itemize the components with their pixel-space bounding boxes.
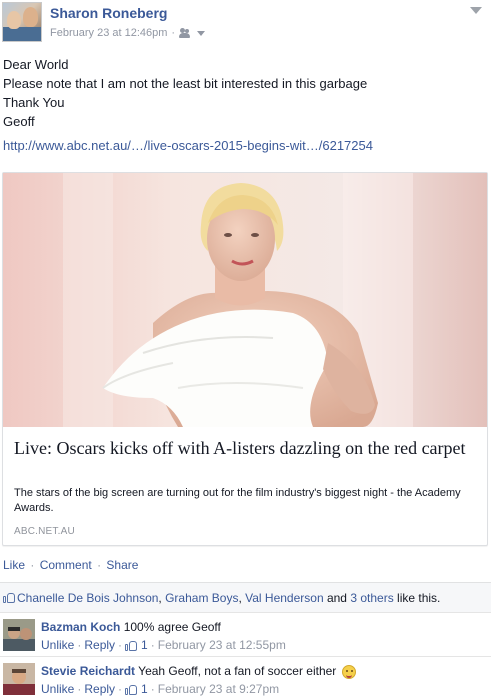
comment-text: Yeah Geoff, not a fan of soccer either xyxy=(138,664,337,678)
commenter-avatar[interactable] xyxy=(3,663,35,695)
thumbs-up-icon xyxy=(3,591,16,603)
post-actions: Like · Comment · Share xyxy=(3,558,138,572)
unlike-button[interactable]: Unlike xyxy=(41,682,74,696)
avatar-shirt-shape xyxy=(3,27,41,41)
likes-text: Chanelle De Bois Johnson, Graham Boys, V… xyxy=(17,591,440,605)
meta-separator: · xyxy=(77,682,82,696)
post-text-line: Please note that I am not the least bit … xyxy=(3,76,368,91)
likes-conjunction: and xyxy=(323,591,351,605)
comment-timestamp[interactable]: February 23 at 12:55pm xyxy=(158,638,286,652)
comment-meta: Unlike · Reply · 1 · February 23 at 12:5… xyxy=(41,638,286,652)
post-link[interactable]: http://www.abc.net.au/…/live-oscars-2015… xyxy=(3,138,373,153)
author-name[interactable]: Sharon Roneberg xyxy=(50,5,167,21)
post-text-line: Dear World xyxy=(3,57,69,72)
share-photo-illustration xyxy=(3,173,487,427)
action-separator: · xyxy=(97,558,102,572)
post-timestamp[interactable]: February 23 at 12:46pm xyxy=(50,27,167,39)
likes-others-link[interactable]: 3 others xyxy=(350,591,393,605)
meta-separator: · xyxy=(150,638,155,652)
meta-separator: · xyxy=(118,638,123,652)
reply-button[interactable]: Reply xyxy=(84,682,115,696)
avatar-face-shape xyxy=(23,7,38,27)
comment-author[interactable]: Bazman Koch xyxy=(41,620,120,634)
thumbs-up-icon[interactable] xyxy=(125,683,138,695)
share-domain: ABC.NET.AU xyxy=(14,526,75,537)
reply-button[interactable]: Reply xyxy=(84,638,115,652)
comment-like-count[interactable]: 1 xyxy=(141,638,148,652)
meta-separator: · xyxy=(150,682,155,696)
chevron-down-icon[interactable] xyxy=(197,30,206,36)
comment-item: Bazman Koch 100% agree Geoff Unlike · Re… xyxy=(0,612,491,656)
meta-separator: · xyxy=(118,682,123,696)
commenter-avatar[interactable] xyxy=(3,619,35,651)
comment-body: Bazman Koch 100% agree Geoff xyxy=(41,620,221,634)
share-title[interactable]: Live: Oscars kicks off with A-listers da… xyxy=(14,437,474,460)
unlike-button[interactable]: Unlike xyxy=(41,638,74,652)
comment-author[interactable]: Stevie Reichardt xyxy=(41,664,135,678)
meta-separator: · xyxy=(171,27,176,39)
friends-icon[interactable] xyxy=(179,28,191,38)
comment-body: Stevie Reichardt Yeah Geoff, not a fan o… xyxy=(41,664,356,679)
liker-name[interactable]: Val Henderson xyxy=(245,591,324,605)
avatar-face-shape xyxy=(7,11,21,29)
post-header: Sharon Roneberg February 23 at 12:46pm · xyxy=(0,0,491,50)
meta-separator: · xyxy=(77,638,82,652)
likes-summary: Chanelle De Bois Johnson, Graham Boys, V… xyxy=(0,582,491,612)
grinning-emoji-icon xyxy=(341,664,356,679)
comment-item: Stevie Reichardt Yeah Geoff, not a fan o… xyxy=(0,656,491,700)
share-button[interactable]: Share xyxy=(106,558,138,572)
comment-like-count[interactable]: 1 xyxy=(141,682,148,696)
post-text-line: Thank You xyxy=(3,95,65,110)
post-options-icon[interactable] xyxy=(470,7,482,14)
author-avatar[interactable] xyxy=(2,2,42,42)
comment-button[interactable]: Comment xyxy=(40,558,92,572)
thumbs-up-icon[interactable] xyxy=(125,639,138,651)
link-share-card[interactable]: Live: Oscars kicks off with A-listers da… xyxy=(2,172,488,546)
comment-meta: Unlike · Reply · 1 · February 23 at 9:27… xyxy=(41,682,279,696)
share-image[interactable] xyxy=(3,173,487,427)
post-message: Dear World Please note that I am not the… xyxy=(3,55,473,131)
liker-name[interactable]: Chanelle De Bois Johnson xyxy=(17,591,158,605)
like-button[interactable]: Like xyxy=(3,558,25,572)
comment-timestamp[interactable]: February 23 at 9:27pm xyxy=(158,682,279,696)
post-text-line: Geoff xyxy=(3,114,35,129)
share-description: The stars of the big screen are turning … xyxy=(14,487,461,514)
post-meta: February 23 at 12:46pm · xyxy=(50,27,206,39)
action-separator: · xyxy=(30,558,35,572)
liker-name[interactable]: Graham Boys xyxy=(165,591,238,605)
comment-text: 100% agree Geoff xyxy=(123,620,221,634)
likes-suffix: like this. xyxy=(393,591,441,605)
